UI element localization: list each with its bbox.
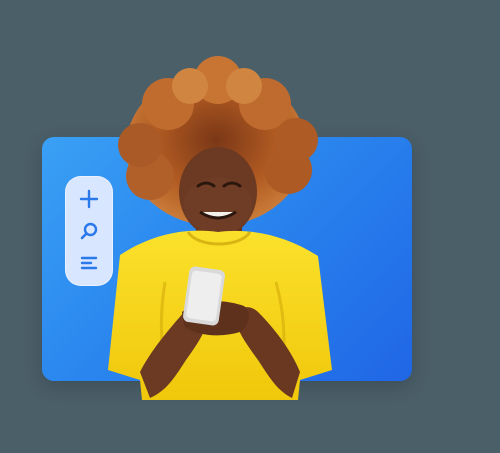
hero-illustration bbox=[0, 0, 500, 453]
face bbox=[179, 147, 257, 237]
person-with-phone-illustration bbox=[108, 56, 332, 400]
